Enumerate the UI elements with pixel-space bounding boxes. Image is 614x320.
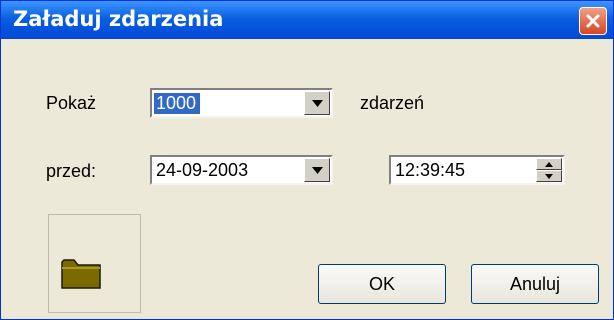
before-label: przed: <box>46 161 97 181</box>
dialog-body: Pokaż 1000 zdarzeń przed: 24-09-2003 12:… <box>8 39 607 313</box>
spin-down-icon <box>545 174 553 179</box>
chevron-down-icon <box>312 167 323 174</box>
dialog-title: Załaduj zdarzenia <box>13 7 224 31</box>
date-dropdown-button[interactable] <box>304 158 330 182</box>
ok-button[interactable]: OK <box>318 264 446 304</box>
folder-icon <box>61 259 101 289</box>
cancel-button[interactable]: Anuluj <box>471 264 599 304</box>
date-picker[interactable]: 24-09-2003 <box>150 155 333 185</box>
count-value: 1000 <box>154 93 201 114</box>
browse-folder-button[interactable] <box>48 214 141 313</box>
events-label: zdarzeń <box>360 93 425 113</box>
date-value: 24-09-2003 <box>156 160 249 180</box>
close-button[interactable] <box>579 7 607 35</box>
title-bar[interactable]: Załaduj zdarzenia <box>1 1 613 39</box>
time-field[interactable]: 12:39:45 <box>389 155 565 185</box>
chevron-down-icon <box>312 100 323 107</box>
close-icon <box>586 14 600 28</box>
show-label: Pokaż <box>46 93 97 113</box>
count-combobox[interactable]: 1000 <box>150 88 333 118</box>
time-value: 12:39:45 <box>395 160 466 180</box>
time-spin-down-button[interactable] <box>536 170 562 182</box>
spin-up-icon <box>545 162 553 167</box>
time-spin-up-button[interactable] <box>536 158 562 170</box>
load-events-dialog: Załaduj zdarzenia Pokaż 1000 zdarzeń prz… <box>0 0 614 320</box>
count-dropdown-button[interactable] <box>304 91 330 115</box>
